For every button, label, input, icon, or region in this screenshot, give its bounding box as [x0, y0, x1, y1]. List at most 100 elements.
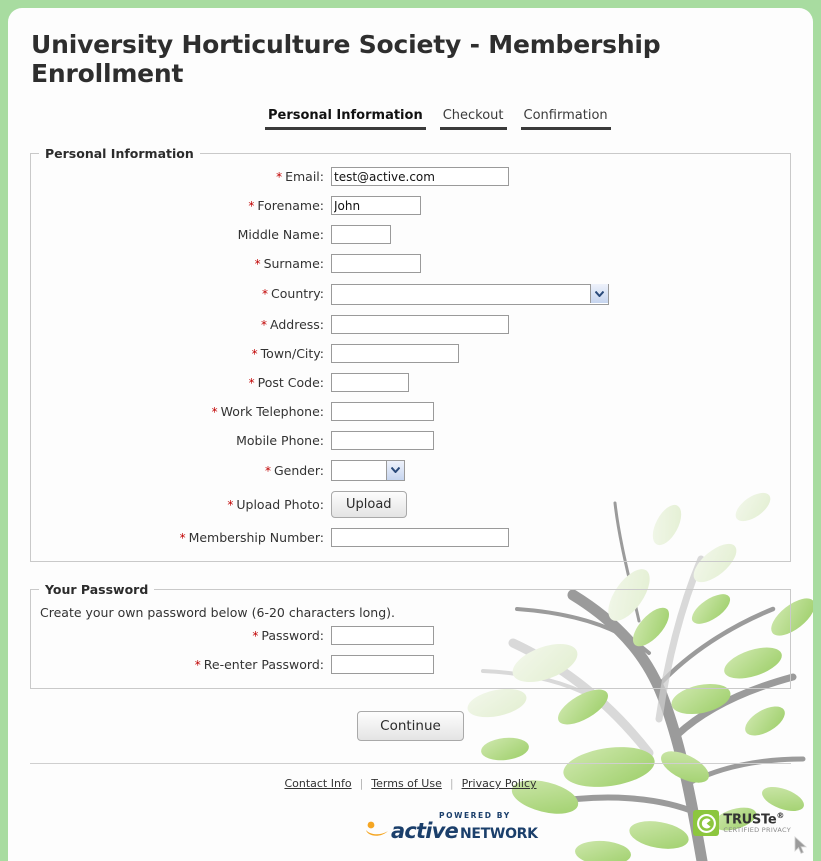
field-row-surname: * Surname: [31, 254, 790, 273]
field-row-middle-name: Middle Name: [31, 225, 790, 244]
reenter-password-field[interactable] [331, 655, 434, 674]
label-gender: * Gender: [31, 463, 331, 478]
network-wordmark: NETWORK [460, 825, 538, 842]
required-asterisk-address: * [261, 317, 267, 332]
footer-separator: | [449, 777, 454, 790]
field-row-country: * Country: [31, 283, 790, 305]
label-text-country: Country: [271, 286, 324, 302]
forename-field[interactable] [331, 196, 421, 215]
mouse-cursor-icon [794, 836, 808, 854]
upload-photo-button[interactable]: Upload [331, 491, 407, 518]
footer-logos: POWERED BY active NETWORK TRUSTe® CERTIF… [8, 808, 813, 858]
field-row-address: * Address: [31, 314, 790, 334]
required-asterisk-gender: * [264, 463, 271, 478]
continue-button[interactable]: Continue [357, 711, 464, 741]
personal-information-legend: Personal Information [45, 146, 194, 161]
tab-checkout[interactable]: Checkout [439, 108, 507, 130]
label-forename: * Forename: [31, 198, 331, 213]
label-text-membership-number: Membership Number: [188, 530, 324, 545]
gender-select[interactable] [331, 460, 405, 481]
field-row-gender: * Gender: [31, 460, 790, 481]
label-email: * Email: [31, 169, 331, 184]
label-upload-photo: * Upload Photo: [31, 497, 331, 512]
tab-confirmation[interactable]: Confirmation [520, 108, 611, 130]
truste-name: TRUSTe® [723, 811, 791, 827]
continue-button-row: Continue [8, 711, 813, 741]
label-membership-number: * Membership Number: [31, 530, 331, 545]
required-asterisk-country: * [262, 287, 269, 302]
password-legend: Your Password [45, 582, 149, 597]
personal-information-fieldset: Personal Information *Email: *Forename: … [30, 146, 791, 562]
active-network-logo: POWERED BY active NETWORK [364, 812, 538, 842]
gender-select-wrapper [331, 460, 405, 481]
work-telephone-field[interactable] [331, 401, 434, 421]
active-swoosh-icon [366, 821, 388, 836]
page-card: University Horticulture Society - Member… [8, 8, 813, 861]
surname-field[interactable] [331, 254, 421, 273]
registered-mark-icon: ® [776, 811, 785, 821]
label-town-city: * Town/City: [31, 346, 331, 361]
field-row-forename: * Forename: [31, 196, 790, 215]
privacy-policy-link[interactable]: Privacy Policy [462, 777, 537, 790]
field-row-password: * Password: [31, 626, 790, 645]
label-work-telephone: * Work Telephone: [31, 404, 331, 419]
required-asterisk-email: * [276, 170, 283, 184]
middle-name-field[interactable] [331, 225, 391, 244]
tab-personal-information[interactable]: Personal Information [265, 108, 426, 130]
label-text-address: Address: [270, 316, 324, 332]
label-text-town-city: Town/City: [260, 345, 324, 361]
label-text-post-code: Post Code: [257, 374, 324, 390]
field-row-reenter-password: * Re-enter Password: [31, 655, 790, 674]
field-row-work-telephone: * Work Telephone: [31, 401, 790, 421]
field-row-email: * Email: [31, 167, 790, 186]
page-title: University Horticulture Society - Member… [31, 30, 661, 88]
mobile-phone-field[interactable] [331, 430, 434, 450]
label-text-surname: Surname: [263, 256, 324, 271]
footer-separator: | [359, 777, 364, 790]
footer-divider [30, 763, 791, 764]
field-row-post-code: * Post Code: [31, 372, 790, 392]
required-asterisk-post-code: * [248, 375, 255, 390]
address-field[interactable] [331, 314, 509, 334]
step-tabs: Personal Information Checkout Confirmati… [8, 108, 813, 130]
truste-tagline: CERTIFIED PRIVACY [723, 826, 791, 835]
label-address: * Address: [31, 317, 331, 332]
label-text-work-telephone: Work Telephone: [220, 403, 324, 419]
label-country: * Country: [31, 286, 331, 301]
membership-number-field[interactable] [331, 528, 509, 547]
label-post-code: * Post Code: [31, 375, 331, 390]
label-surname: * Surname: [31, 256, 331, 271]
label-middle-name: Middle Name: [31, 227, 331, 242]
truste-badge[interactable]: TRUSTe® CERTIFIED PRIVACY [693, 810, 791, 836]
terms-of-use-link[interactable]: Terms of Use [371, 777, 442, 790]
contact-info-link[interactable]: Contact Info [284, 777, 351, 790]
label-text-password: Password: [261, 628, 324, 643]
password-help-text: Create your own password below (6-20 cha… [40, 605, 396, 620]
field-row-membership-number: * Membership Number: [31, 528, 790, 547]
required-asterisk-membership-number: * [179, 531, 186, 545]
truste-seal-icon [693, 810, 720, 836]
post-code-field[interactable] [331, 372, 409, 392]
label-text-email: Email: [285, 169, 324, 184]
required-asterisk-surname: * [254, 257, 261, 271]
label-password: * Password: [31, 628, 331, 643]
password-field[interactable] [331, 626, 434, 645]
required-asterisk-work-telephone: * [211, 404, 218, 419]
password-fieldset: Your Password Create your own password b… [30, 582, 791, 689]
label-reenter-password: * Re-enter Password: [31, 657, 331, 672]
required-asterisk-upload-photo: * [227, 498, 234, 512]
footer-links: Contact Info | Terms of Use | Privacy Po… [8, 777, 813, 790]
field-row-town-city: * Town/City: [31, 343, 790, 363]
field-row-mobile-phone: Mobile Phone: [31, 430, 790, 450]
country-select[interactable] [331, 283, 609, 305]
label-text-mobile-phone: Mobile Phone: [236, 432, 324, 448]
label-text-reenter-password: Re-enter Password: [203, 657, 324, 672]
required-asterisk-reenter-password: * [194, 658, 201, 672]
label-text-middle-name: Middle Name: [237, 227, 324, 242]
email-field[interactable] [331, 167, 509, 186]
label-text-gender: Gender: [273, 462, 324, 478]
town-city-field[interactable] [331, 343, 459, 363]
required-asterisk-town-city: * [251, 346, 258, 361]
label-text-upload-photo: Upload Photo: [236, 497, 324, 512]
country-select-wrapper [331, 283, 609, 305]
